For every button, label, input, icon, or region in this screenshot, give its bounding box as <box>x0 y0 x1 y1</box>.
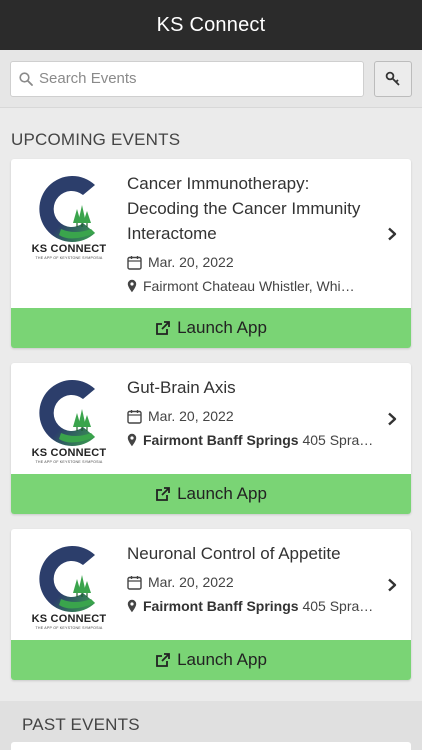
map-marker-icon <box>127 279 137 293</box>
event-details[interactable]: KS CONNECT THE APP OF KEYSTONE SYMPOSIA … <box>11 529 411 640</box>
event-date-row: Mar. 20, 2022 <box>127 250 381 274</box>
launch-app-button[interactable]: Launch App <box>11 308 411 348</box>
access-key-button[interactable] <box>374 60 412 97</box>
launch-app-label: Launch App <box>177 650 267 669</box>
logo-wordmark: KS CONNECT <box>31 447 107 459</box>
map-marker-icon <box>127 433 137 447</box>
event-venue: Fairmont Banff Springs 405 Spra… <box>143 598 373 614</box>
past-events-section: PAST EVENTS <box>0 701 422 750</box>
ks-connect-logo-mark <box>39 546 95 612</box>
launch-app-button[interactable]: Launch App <box>11 640 411 680</box>
event-details[interactable]: KS CONNECT THE APP OF KEYSTONE SYMPOSIA … <box>11 363 411 474</box>
event-venue: Fairmont Banff Springs 405 Spra… <box>143 432 373 448</box>
ks-connect-logo-mark <box>39 176 95 242</box>
search-icon <box>19 71 33 86</box>
external-link-icon <box>156 653 170 667</box>
external-link-icon <box>156 487 170 501</box>
event-venue: Fairmont Chateau Whistler, Whi… <box>143 278 355 294</box>
event-venue-row: Fairmont Chateau Whistler, Whi… <box>127 274 381 298</box>
logo-tagline: THE APP OF KEYSTONE SYMPOSIA <box>35 256 103 260</box>
search-input[interactable] <box>39 70 355 87</box>
event-date: Mar. 20, 2022 <box>148 254 234 270</box>
event-title: Gut-Brain Axis <box>127 378 236 397</box>
event-card-2[interactable]: KS CONNECT THE APP OF KEYSTONE SYMPOSIA … <box>11 363 411 514</box>
venue-address: 405 Spra… <box>298 598 374 614</box>
event-details[interactable]: KS CONNECT THE APP OF KEYSTONE SYMPOSIA … <box>11 159 411 308</box>
event-title: Cancer Immunotherapy: Decoding the Cance… <box>127 174 361 243</box>
venue-name: Fairmont Banff Springs <box>143 598 299 614</box>
event-date: Mar. 20, 2022 <box>148 408 234 424</box>
search-bar <box>0 50 422 108</box>
venue-name: Fairmont Banff Springs <box>143 432 299 448</box>
event-date-row: Mar. 20, 2022 <box>127 404 381 428</box>
event-title: Neuronal Control of Appetite <box>127 544 341 563</box>
ks-connect-logo: KS CONNECT THE APP OF KEYSTONE SYMPOSIA <box>11 171 127 298</box>
event-info: Neuronal Control of Appetite Mar. 20, 20… <box>127 541 381 630</box>
app-header: KS Connect <box>0 0 422 50</box>
event-info: Gut-Brain Axis Mar. 20, 2022 Fairmont Ba… <box>127 375 381 464</box>
event-venue-row: Fairmont Banff Springs 405 Spra… <box>127 594 381 618</box>
event-card-3[interactable]: KS CONNECT THE APP OF KEYSTONE SYMPOSIA … <box>11 529 411 680</box>
app-title: KS Connect <box>156 13 266 36</box>
logo-tagline: THE APP OF KEYSTONE SYMPOSIA <box>35 460 103 464</box>
chevron-right-icon[interactable] <box>387 412 397 426</box>
logo-wordmark: KS CONNECT <box>31 243 107 255</box>
venue-address: Fairmont Chateau Whistler, Whi… <box>143 278 355 294</box>
launch-app-label: Launch App <box>177 318 267 337</box>
event-date-row: Mar. 20, 2022 <box>127 570 381 594</box>
event-card-1[interactable]: KS CONNECT THE APP OF KEYSTONE SYMPOSIA … <box>11 159 411 348</box>
launch-app-button[interactable]: Launch App <box>11 474 411 514</box>
chevron-right-icon[interactable] <box>387 227 397 241</box>
ks-connect-logo: KS CONNECT THE APP OF KEYSTONE SYMPOSIA <box>11 541 127 630</box>
key-icon <box>385 71 400 86</box>
chevron-right-icon[interactable] <box>387 578 397 592</box>
past-event-card[interactable] <box>11 742 411 750</box>
calendar-icon <box>127 575 142 590</box>
map-marker-icon <box>127 599 137 613</box>
calendar-icon <box>127 409 142 424</box>
event-date: Mar. 20, 2022 <box>148 574 234 590</box>
search-box[interactable] <box>10 60 364 97</box>
logo-wordmark: KS CONNECT <box>31 613 107 625</box>
event-info: Cancer Immunotherapy: Decoding the Cance… <box>127 171 381 298</box>
venue-address: 405 Spra… <box>298 432 374 448</box>
ks-connect-logo: KS CONNECT THE APP OF KEYSTONE SYMPOSIA <box>11 375 127 464</box>
ks-connect-logo-mark <box>39 380 95 446</box>
launch-app-label: Launch App <box>177 484 267 503</box>
logo-tagline: THE APP OF KEYSTONE SYMPOSIA <box>35 626 103 630</box>
external-link-icon <box>156 321 170 335</box>
upcoming-events-heading: UPCOMING EVENTS <box>11 130 181 149</box>
event-venue-row: Fairmont Banff Springs 405 Spra… <box>127 428 381 452</box>
past-events-heading: PAST EVENTS <box>22 715 140 734</box>
calendar-icon <box>127 255 142 270</box>
